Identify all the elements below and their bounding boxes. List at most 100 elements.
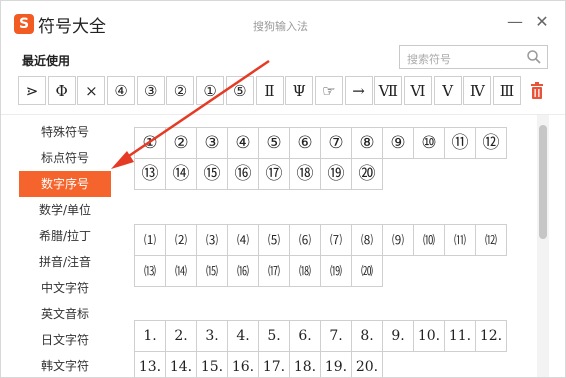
symbol-cell[interactable]: ④ <box>227 127 259 159</box>
symbol-cell[interactable]: 9. <box>382 320 414 352</box>
recent-symbol[interactable]: Ψ <box>285 76 314 105</box>
recent-symbol[interactable]: → <box>344 76 373 105</box>
symbol-cell[interactable]: ⑹ <box>289 224 321 256</box>
symbol-cell[interactable]: ⒂ <box>196 255 228 287</box>
symbol-cell[interactable]: 7. <box>320 320 352 352</box>
sidebar-item[interactable]: 特殊符号 <box>19 119 111 145</box>
symbol-cell[interactable]: 14. <box>165 351 197 377</box>
symbol-cell[interactable]: 15. <box>196 351 228 377</box>
symbol-cell[interactable]: 1. <box>134 320 166 352</box>
recent-symbol[interactable]: Ⅳ <box>463 76 492 105</box>
recent-symbol[interactable]: Φ <box>47 76 76 105</box>
symbol-cell[interactable]: ⑿ <box>475 224 507 256</box>
sidebar-item[interactable]: 中文字符 <box>19 275 111 301</box>
symbol-cell[interactable]: ⑭ <box>165 158 197 190</box>
symbol-cell[interactable]: 11. <box>444 320 476 352</box>
recent-symbol[interactable]: ☞ <box>314 76 343 105</box>
search-input[interactable]: 搜索符号 <box>399 45 548 69</box>
sidebar-item[interactable]: 韩文字符 <box>19 353 111 377</box>
grid-row: 13. 14. 15. 16. 17. 18. 19. 20. <box>134 351 506 377</box>
symbol-cell[interactable]: ⒆ <box>320 255 352 287</box>
symbol-cell[interactable]: ⒅ <box>289 255 321 287</box>
trash-icon[interactable] <box>528 81 546 101</box>
symbol-cell[interactable]: ⑸ <box>258 224 290 256</box>
minimize-button[interactable]: — <box>504 11 526 33</box>
symbol-cell[interactable]: ② <box>165 127 197 159</box>
symbol-cell[interactable]: 5. <box>258 320 290 352</box>
symbol-cell[interactable]: ⒁ <box>165 255 197 287</box>
symbol-cell[interactable]: 12. <box>475 320 507 352</box>
symbol-cell[interactable]: ⑪ <box>444 127 476 159</box>
symbol-cell[interactable]: ⑥ <box>289 127 321 159</box>
symbol-cell[interactable]: ⑶ <box>196 224 228 256</box>
symbol-cell[interactable]: 3. <box>196 320 228 352</box>
symbol-cell[interactable]: ⑫ <box>475 127 507 159</box>
search-placeholder: 搜索符号 <box>407 53 451 66</box>
symbol-window: S 符号大全 搜狗输入法 — ✕ 最近使用 搜索符号 ⋗ Φ × ④ ③ ② ① ⑤ Ⅱ Ψ ☞ → Ⅶ… <box>0 0 566 378</box>
symbol-cell[interactable]: ⑼ <box>382 224 414 256</box>
sidebar-item[interactable]: 数字序号 <box>19 171 111 197</box>
recent-symbol[interactable]: ④ <box>107 76 136 105</box>
sidebar-item[interactable]: 希腊/拉丁 <box>19 223 111 249</box>
symbol-cell[interactable]: ⒀ <box>134 255 166 287</box>
recent-symbol[interactable]: Ⅱ <box>255 76 284 105</box>
symbol-cell[interactable]: 13. <box>134 351 166 377</box>
symbol-cell[interactable]: ⑦ <box>320 127 352 159</box>
recent-symbol[interactable]: ③ <box>136 76 165 105</box>
symbol-cell[interactable]: ⑬ <box>134 158 166 190</box>
recent-symbol[interactable]: Ⅶ <box>374 76 403 105</box>
symbol-cell[interactable]: ⒃ <box>227 255 259 287</box>
symbol-cell[interactable]: ⑤ <box>258 127 290 159</box>
symbol-cell[interactable]: 8. <box>351 320 383 352</box>
symbol-cell[interactable]: 4. <box>227 320 259 352</box>
search-icon[interactable] <box>526 49 542 65</box>
recent-symbol[interactable]: ② <box>166 76 195 105</box>
sidebar-item[interactable]: 日文字符 <box>19 327 111 353</box>
symbol-cell[interactable]: ⑷ <box>227 224 259 256</box>
symbol-cell[interactable]: 10. <box>413 320 445 352</box>
recent-symbol[interactable]: Ⅲ <box>493 76 521 105</box>
symbol-cell[interactable]: ③ <box>196 127 228 159</box>
symbol-cell[interactable]: ⑰ <box>258 158 290 190</box>
symbol-cell[interactable]: ⑾ <box>444 224 476 256</box>
symbol-cell[interactable]: ⑺ <box>320 224 352 256</box>
sogou-logo: S <box>14 14 34 34</box>
recent-symbol[interactable]: Ⅵ <box>403 76 432 105</box>
recent-symbol[interactable]: ⑤ <box>225 76 254 105</box>
recent-symbol[interactable]: ⋗ <box>18 76 46 105</box>
symbol-cell[interactable]: ⑱ <box>289 158 321 190</box>
recent-symbol[interactable]: × <box>77 76 106 105</box>
scrollbar-thumb[interactable] <box>539 125 547 239</box>
recent-symbol[interactable]: ① <box>196 76 225 105</box>
symbol-cell[interactable]: 17. <box>258 351 290 377</box>
sidebar-item[interactable]: 英文音标 <box>19 301 111 327</box>
symbol-cell[interactable]: ⑧ <box>351 127 383 159</box>
symbol-cell[interactable]: 16. <box>227 351 259 377</box>
sidebar-item[interactable]: 标点符号 <box>19 145 111 171</box>
symbol-cell[interactable]: 2. <box>165 320 197 352</box>
symbol-cell[interactable]: ⒄ <box>258 255 290 287</box>
sidebar-item[interactable]: 数学/单位 <box>19 197 111 223</box>
symbol-cell[interactable]: ⑵ <box>165 224 197 256</box>
symbol-cell[interactable]: ⑨ <box>382 127 414 159</box>
symbol-cell[interactable]: ⑩ <box>413 127 445 159</box>
symbol-cell[interactable]: ⒇ <box>351 255 383 287</box>
symbol-cell[interactable]: 18. <box>289 351 321 377</box>
symbol-cell[interactable]: ⑯ <box>227 158 259 190</box>
category-sidebar: 特殊符号 标点符号 数字序号 数学/单位 希腊/拉丁 拼音/注音 中文字符 英文音标 日文字符韩… <box>19 119 111 377</box>
symbol-cell[interactable]: ① <box>134 127 166 159</box>
symbol-cell[interactable]: ⑴ <box>134 224 166 256</box>
symbol-cell[interactable]: ⑽ <box>413 224 445 256</box>
symbol-cell[interactable]: ⑮ <box>196 158 228 190</box>
symbol-cell[interactable]: ⑲ <box>320 158 352 190</box>
symbol-cell[interactable]: 6. <box>289 320 321 352</box>
symbol-cell[interactable]: ⑳ <box>351 158 383 190</box>
symbol-cell[interactable]: 19. <box>320 351 352 377</box>
close-button[interactable]: ✕ <box>531 11 553 33</box>
symbol-cell[interactable]: 20. <box>351 351 383 377</box>
sidebar-item[interactable]: 拼音/注音 <box>19 249 111 275</box>
grid-row: ①②③④⑤⑥⑦⑧⑨⑩⑪⑫ <box>134 127 507 159</box>
symbol-cell[interactable]: ⑻ <box>351 224 383 256</box>
period-number-grid: 1. 2. 3. 4. 5. 6. 7. 8. 9. 10. 11. 12. 13. 14. 15. 16.… <box>134 320 507 377</box>
recent-symbol[interactable]: Ⅴ <box>433 76 462 105</box>
